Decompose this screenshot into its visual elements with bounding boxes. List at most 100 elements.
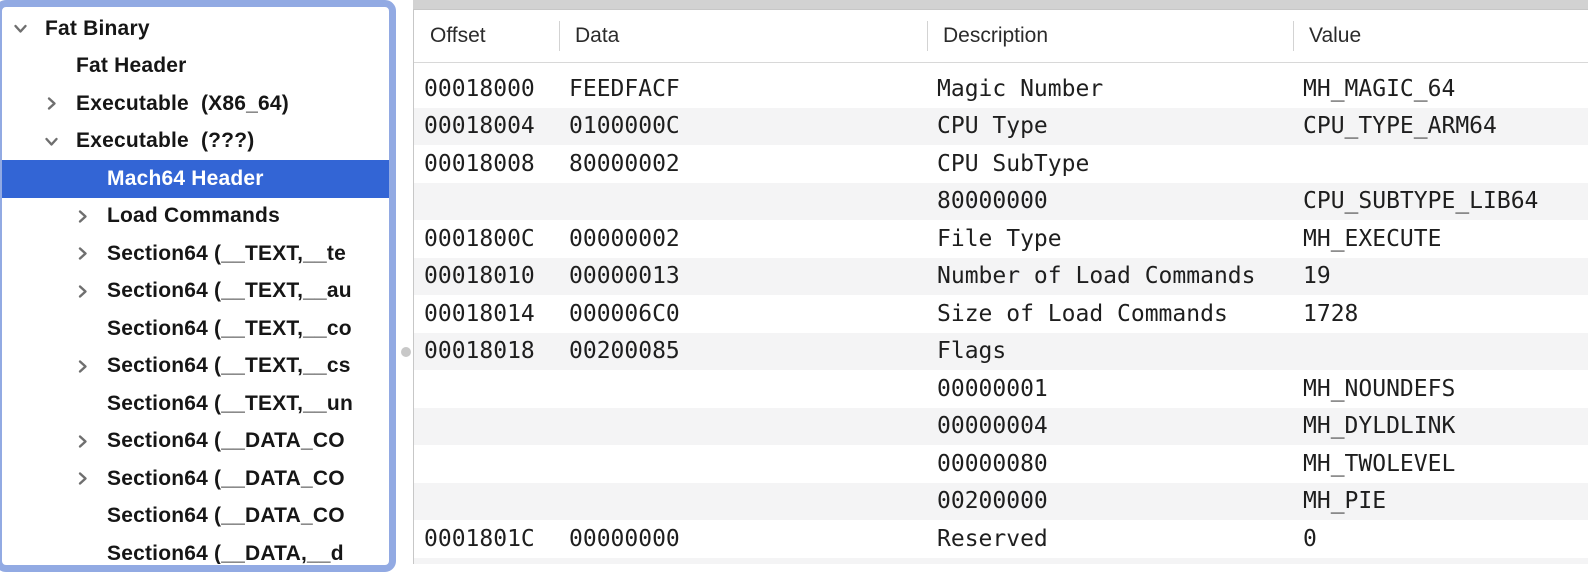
chevron-spacer bbox=[70, 310, 94, 348]
chevron-down-icon[interactable] bbox=[39, 123, 63, 161]
cell-offset: 00018008 bbox=[414, 151, 559, 177]
cell-value: 0 bbox=[1293, 526, 1588, 552]
table-row[interactable]: 0001801C00000000Reserved0 bbox=[414, 520, 1588, 558]
tree-item[interactable]: Section64 (__TEXT,__cs bbox=[2, 348, 389, 386]
tree-item-label: Section64 (__TEXT,__cs bbox=[107, 354, 351, 378]
tree-item-label: Executable (???) bbox=[76, 129, 254, 153]
table-row[interactable]: 00018014000006C0Size of Load Commands172… bbox=[414, 295, 1588, 333]
cell-data: 000006C0 bbox=[559, 301, 927, 327]
column-header-description[interactable]: Description bbox=[927, 10, 1293, 62]
cell-description: 00000080 bbox=[927, 451, 1293, 477]
cell-offset: 00018004 bbox=[414, 113, 559, 139]
tree-item[interactable]: Load Commands bbox=[2, 198, 389, 236]
cell-value: 1728 bbox=[1293, 301, 1588, 327]
column-header-data[interactable]: Data bbox=[559, 10, 927, 62]
cell-value: MH_TWOLEVEL bbox=[1293, 451, 1588, 477]
chevron-spacer bbox=[39, 48, 63, 86]
cell-data: 00000000 bbox=[559, 526, 927, 552]
content-pane: OffsetDataDescriptionValue 00018000FEEDF… bbox=[413, 0, 1588, 564]
cell-value: CPU_TYPE_ARM64 bbox=[1293, 113, 1588, 139]
chevron-right-icon[interactable] bbox=[70, 348, 94, 386]
cell-value: MH_MAGIC_64 bbox=[1293, 76, 1588, 102]
tree-item-selected[interactable]: Mach64 Header bbox=[2, 160, 389, 198]
splitter-handle[interactable] bbox=[401, 347, 411, 357]
tree-item[interactable]: Section64 (__DATA_CO bbox=[2, 423, 389, 461]
cell-description: Flags bbox=[927, 338, 1293, 364]
header-table: OffsetDataDescriptionValue 00018000FEEDF… bbox=[413, 9, 1588, 564]
tree-item-label: Section64 (__TEXT,__co bbox=[107, 317, 352, 341]
tree-item-label: Mach64 Header bbox=[107, 167, 264, 191]
cell-value: MH_NOUNDEFS bbox=[1293, 376, 1588, 402]
cell-offset: 00018018 bbox=[414, 338, 559, 364]
cell-offset: 0001800C bbox=[414, 226, 559, 252]
cell-description: 00200000 bbox=[927, 488, 1293, 514]
tree-item[interactable]: Section64 (__TEXT,__un bbox=[2, 385, 389, 423]
tree-item[interactable]: Section64 (__DATA,__d bbox=[2, 535, 389, 564]
table-row[interactable]: 000180040100000CCPU TypeCPU_TYPE_ARM64 bbox=[414, 108, 1588, 146]
column-header-value[interactable]: Value bbox=[1293, 10, 1588, 62]
cell-description: Reserved bbox=[927, 526, 1293, 552]
table-row[interactable]: 00018000FEEDFACFMagic NumberMH_MAGIC_64 bbox=[414, 70, 1588, 108]
cell-data: 00000002 bbox=[559, 226, 927, 252]
table-row[interactable]: 00200000MH_PIE bbox=[414, 483, 1588, 521]
chevron-right-icon[interactable] bbox=[70, 460, 94, 498]
tree-item-label: Fat Binary bbox=[45, 17, 150, 41]
tree-item[interactable]: Fat Header bbox=[2, 48, 389, 86]
tree-item-label: Section64 (__TEXT,__un bbox=[107, 392, 353, 416]
tree-item[interactable]: Section64 (__TEXT,__au bbox=[2, 273, 389, 311]
column-header-offset[interactable]: Offset bbox=[414, 10, 559, 62]
table-filler-row bbox=[414, 558, 1588, 565]
tree-item-label: Section64 (__DATA,__d bbox=[107, 542, 344, 564]
tree-item[interactable]: Section64 (__DATA_CO bbox=[2, 498, 389, 536]
tree-item[interactable]: Executable (???) bbox=[2, 123, 389, 161]
chevron-right-icon[interactable] bbox=[70, 235, 94, 273]
cell-description: 00000004 bbox=[927, 413, 1293, 439]
tree-item-label: Fat Header bbox=[76, 54, 187, 78]
chevron-spacer bbox=[70, 385, 94, 423]
chevron-right-icon[interactable] bbox=[70, 273, 94, 311]
cell-offset: 0001801C bbox=[414, 526, 559, 552]
cell-value: MH_DYLDLINK bbox=[1293, 413, 1588, 439]
cell-description: 00000001 bbox=[927, 376, 1293, 402]
tree-item[interactable]: Fat Binary bbox=[2, 10, 389, 48]
table-row[interactable]: 80000000CPU_SUBTYPE_LIB64 bbox=[414, 183, 1588, 221]
cell-offset: 00018000 bbox=[414, 76, 559, 102]
table-row[interactable]: 0001801000000013Number of Load Commands1… bbox=[414, 258, 1588, 296]
cell-value: 19 bbox=[1293, 263, 1588, 289]
cell-description: CPU SubType bbox=[927, 151, 1293, 177]
tree-item[interactable]: Section64 (__TEXT,__te bbox=[2, 235, 389, 273]
chevron-right-icon[interactable] bbox=[70, 198, 94, 236]
tree-item-label: Section64 (__DATA_CO bbox=[107, 467, 345, 491]
tree-item[interactable]: Executable (X86_64) bbox=[2, 85, 389, 123]
tree-item-label: Section64 (__DATA_CO bbox=[107, 504, 345, 528]
chevron-right-icon[interactable] bbox=[39, 85, 63, 123]
table-row[interactable]: 0001801800200085Flags bbox=[414, 333, 1588, 371]
table-header-row: OffsetDataDescriptionValue bbox=[414, 10, 1588, 63]
tree-item-label: Section64 (__TEXT,__au bbox=[107, 279, 352, 303]
table-row[interactable]: 00000004MH_DYLDLINK bbox=[414, 408, 1588, 446]
tree-item-label: Section64 (__TEXT,__te bbox=[107, 242, 346, 266]
tree-item-label: Section64 (__DATA_CO bbox=[107, 429, 345, 453]
chevron-spacer bbox=[70, 498, 94, 536]
cell-data: 00200085 bbox=[559, 338, 927, 364]
cell-value: MH_EXECUTE bbox=[1293, 226, 1588, 252]
column-divider bbox=[1293, 21, 1294, 51]
cell-value: CPU_SUBTYPE_LIB64 bbox=[1293, 188, 1588, 214]
cell-description: Magic Number bbox=[927, 76, 1293, 102]
cell-value: MH_PIE bbox=[1293, 488, 1588, 514]
cell-data: 80000002 bbox=[559, 151, 927, 177]
cell-offset: 00018010 bbox=[414, 263, 559, 289]
chevron-right-icon[interactable] bbox=[70, 423, 94, 461]
sidebar: Fat Binary Fat Header Executable (X86_64) E… bbox=[0, 0, 398, 564]
table-row[interactable]: 0001800880000002CPU SubType bbox=[414, 145, 1588, 183]
table-row[interactable]: 00000001MH_NOUNDEFS bbox=[414, 370, 1588, 408]
table-row[interactable]: 0001800C00000002File TypeMH_EXECUTE bbox=[414, 220, 1588, 258]
sidebar-tree: Fat Binary Fat Header Executable (X86_64) E… bbox=[2, 7, 389, 564]
chevron-down-icon[interactable] bbox=[8, 10, 32, 48]
tree-item-label: Load Commands bbox=[107, 204, 280, 228]
tree-item[interactable]: Section64 (__DATA_CO bbox=[2, 460, 389, 498]
table-row[interactable]: 00000080MH_TWOLEVEL bbox=[414, 445, 1588, 483]
chevron-spacer bbox=[70, 535, 94, 564]
tree-item-label: Executable (X86_64) bbox=[76, 92, 289, 116]
tree-item[interactable]: Section64 (__TEXT,__co bbox=[2, 310, 389, 348]
